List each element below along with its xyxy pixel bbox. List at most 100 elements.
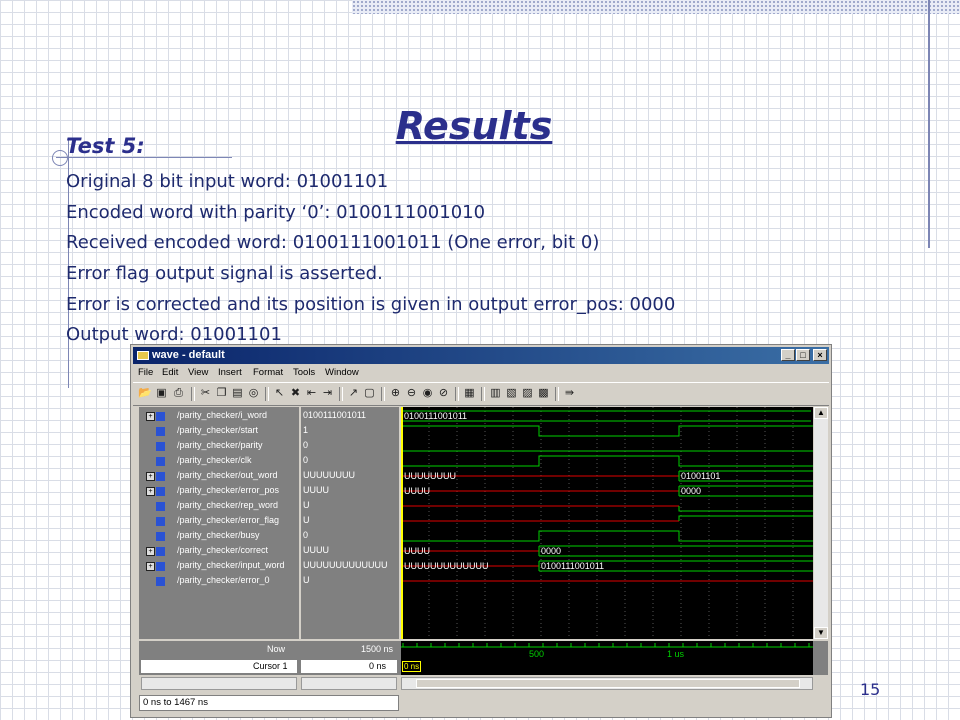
- menu-file[interactable]: File: [138, 367, 153, 378]
- zoom-cursor-icon[interactable]: ⊘: [437, 387, 450, 400]
- scroll-thumb[interactable]: [416, 679, 800, 688]
- signal-value-row[interactable]: 0: [301, 529, 399, 544]
- wave-hscroll[interactable]: [401, 677, 813, 690]
- menu-format[interactable]: Format: [253, 367, 283, 378]
- menu-edit[interactable]: Edit: [162, 367, 178, 378]
- signal-name: /parity_checker/i_word: [177, 410, 268, 420]
- expand-icon[interactable]: +: [146, 487, 155, 496]
- signal-icon: [156, 502, 165, 511]
- wave-label-correct-after: 0000: [541, 546, 561, 556]
- minimize-button[interactable]: _: [781, 349, 795, 361]
- expand-icon[interactable]: +: [146, 547, 155, 556]
- copy-icon[interactable]: ❐: [215, 387, 228, 400]
- wave-label-out-word-before: UUUUUUUU: [404, 471, 456, 481]
- signal-names-pane[interactable]: + /parity_checker/i_word/parity_checker/s…: [139, 407, 299, 639]
- scroll-up-arrow-icon[interactable]: ▲: [814, 407, 828, 419]
- signal-name-row[interactable]: + /parity_checker/correct: [139, 544, 299, 559]
- signal-value-row[interactable]: UUUU: [301, 544, 399, 559]
- pointer-icon[interactable]: ↗: [347, 387, 360, 400]
- wave-app-icon: [137, 351, 149, 360]
- insert-cursor-icon[interactable]: ⇤: [305, 387, 318, 400]
- names-hscroll[interactable]: [141, 677, 297, 690]
- edge-next-icon[interactable]: ▥: [489, 387, 502, 400]
- zoom-region-icon[interactable]: ▢: [363, 387, 376, 400]
- signal-name: /parity_checker/input_word: [177, 560, 285, 570]
- cut-icon[interactable]: ✂: [199, 387, 212, 400]
- find-value-icon[interactable]: ▨: [521, 387, 534, 400]
- signal-name-row[interactable]: + /parity_checker/input_word: [139, 559, 299, 574]
- toolbar-separator: [191, 387, 195, 401]
- signal-value-row[interactable]: U: [301, 514, 399, 529]
- delete-cursor-icon[interactable]: ⇥: [321, 387, 334, 400]
- signal-values-pane[interactable]: 0100111001011 1 0 0 UUUUUUUU UUUU U U 0 UUUU UUUUU…: [301, 407, 399, 639]
- signal-value-row[interactable]: U: [301, 574, 399, 589]
- signal-value: 0: [303, 530, 309, 540]
- signal-name-row[interactable]: + /parity_checker/error_pos: [139, 484, 299, 499]
- edge-prev-icon[interactable]: ▦: [463, 387, 476, 400]
- signal-value: UUUUUUUUUUUUU: [303, 560, 388, 570]
- signal-value-row[interactable]: 1: [301, 424, 399, 439]
- find-edge-icon[interactable]: ▧: [505, 387, 518, 400]
- values-hscroll[interactable]: [301, 677, 397, 690]
- vertical-scrollbar[interactable]: ▲ ▼: [814, 407, 828, 639]
- signal-name-row[interactable]: /parity_checker/busy: [139, 529, 299, 544]
- paste-icon[interactable]: ▤: [231, 387, 244, 400]
- delete-icon[interactable]: ✖: [289, 387, 302, 400]
- signal-name-row[interactable]: /parity_checker/error_flag: [139, 514, 299, 529]
- signal-value: 0: [303, 440, 309, 450]
- signal-value-row[interactable]: 0: [301, 439, 399, 454]
- signal-name-row[interactable]: + /parity_checker/out_word: [139, 469, 299, 484]
- close-button[interactable]: ×: [813, 349, 827, 361]
- signal-value: 0100111001011: [303, 410, 367, 420]
- signal-icon: [156, 577, 165, 586]
- top-decorative-band: [352, 0, 960, 14]
- signal-value: 0: [303, 455, 309, 465]
- signal-name-row[interactable]: + /parity_checker/i_word: [139, 409, 299, 424]
- waveform-pane[interactable]: 0100111001011 UUUUUUUU 01001101 UUUU 0000 UUU…: [401, 407, 813, 639]
- expand-icon[interactable]: +: [146, 472, 155, 481]
- signal-name-row[interactable]: /parity_checker/clk: [139, 454, 299, 469]
- signal-value-row[interactable]: UUUU: [301, 484, 399, 499]
- maximize-button[interactable]: □: [796, 349, 810, 361]
- horizontal-scrollbars[interactable]: [139, 677, 828, 691]
- expand-icon[interactable]: +: [146, 412, 155, 421]
- menu-insert[interactable]: Insert: [218, 367, 242, 378]
- signal-icon: [156, 532, 165, 541]
- wave-label-correct-before: UUUU: [404, 546, 430, 556]
- run-icon[interactable]: ⇛: [563, 387, 576, 400]
- signal-name-row[interactable]: /parity_checker/start: [139, 424, 299, 439]
- cursor-marker[interactable]: 0 ns: [402, 661, 422, 672]
- body-line: Original 8 bit input word: 01001101: [66, 171, 389, 192]
- menu-window[interactable]: Window: [325, 367, 359, 378]
- toolbar: 📂 ▣ ⎙ ✂ ❐ ▤ ◎ ↖ ✖ ⇤ ⇥ ↗ ▢ ⊕ ⊖ ◉ ⊘ ▦ ▥ ▧ …: [133, 382, 829, 406]
- signal-name-row[interactable]: /parity_checker/rep_word: [139, 499, 299, 514]
- menu-tools[interactable]: Tools: [293, 367, 315, 378]
- signal-value-row[interactable]: 0100111001011: [301, 409, 399, 424]
- signal-icon: [156, 487, 165, 496]
- stop-icon[interactable]: ▩: [537, 387, 550, 400]
- signal-value-row[interactable]: UUUUUUUUUUUUU: [301, 559, 399, 574]
- scroll-down-arrow-icon[interactable]: ▼: [814, 627, 828, 639]
- signal-icon: [156, 457, 165, 466]
- open-icon[interactable]: 📂: [138, 387, 152, 400]
- signal-value-row[interactable]: 0: [301, 454, 399, 469]
- cursor-label[interactable]: Cursor 1: [253, 661, 288, 671]
- wave-window-titlebar[interactable]: wave - default _ □ ×: [133, 347, 829, 364]
- toolbar-separator: [555, 387, 559, 401]
- zoom-full-icon[interactable]: ◉: [421, 387, 434, 400]
- now-value: 1500 ns: [361, 644, 394, 654]
- find-icon[interactable]: ◎: [247, 387, 260, 400]
- zoom-out-icon[interactable]: ⊖: [405, 387, 418, 400]
- slide-subtitle: Test 5:: [66, 134, 145, 158]
- signal-value-row[interactable]: U: [301, 499, 399, 514]
- save-icon[interactable]: ▣: [155, 387, 168, 400]
- menu-view[interactable]: View: [188, 367, 208, 378]
- signal-value-row[interactable]: UUUUUUUU: [301, 469, 399, 484]
- signal-name-row[interactable]: /parity_checker/error_0: [139, 574, 299, 589]
- select-icon[interactable]: ↖: [273, 387, 286, 400]
- print-icon[interactable]: ⎙: [172, 387, 185, 400]
- signal-name-row[interactable]: /parity_checker/parity: [139, 439, 299, 454]
- zoom-in-icon[interactable]: ⊕: [389, 387, 402, 400]
- expand-icon[interactable]: +: [146, 562, 155, 571]
- signal-name: /parity_checker/correct: [177, 545, 269, 555]
